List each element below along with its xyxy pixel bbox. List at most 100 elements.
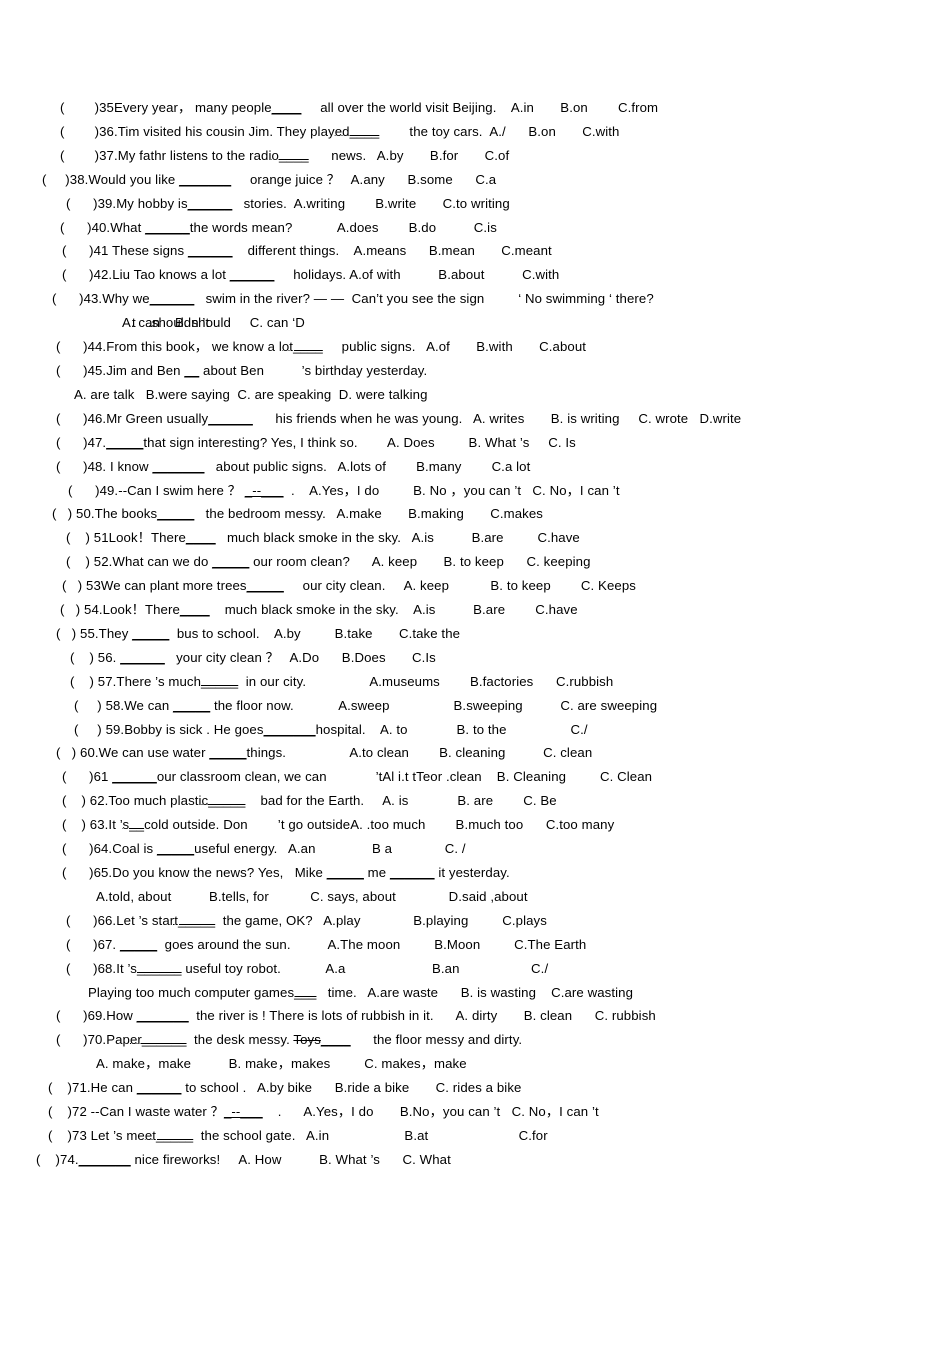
question-line: ( ) 59.Bobby is sick . He goes_______hos…	[0, 718, 950, 742]
question-text: the school gate. A.in B.at C.for	[193, 1127, 548, 1143]
answer-blank[interactable]: _____	[173, 698, 210, 713]
question-text: ( )73 Let ’s me	[48, 1127, 145, 1143]
answer-blank[interactable]: ______	[208, 411, 253, 426]
answer-blank[interactable]: _____	[106, 435, 143, 450]
question-text: bus to school. A.by B.take C.take the	[169, 625, 461, 641]
answer-blank[interactable]: ______	[188, 196, 233, 211]
question-text: about Ben ’s birthday yesterday.	[199, 362, 428, 378]
answer-blank[interactable]: _____	[212, 554, 249, 569]
question-text: ( ) 52.What can we do	[66, 554, 213, 570]
question-text: ( ) 50.The books	[52, 506, 158, 522]
answer-blank[interactable]: _______	[79, 1152, 131, 1167]
question-text: swim in the river? — — Can’t you see the…	[194, 291, 654, 307]
question-line: A. make，make B. make，makes C. makes，make	[0, 1052, 950, 1076]
question-text: in our city. A.museums B.factories C.rub…	[238, 673, 614, 689]
question-line: ( ) 51Look！There____ much black smoke in…	[0, 526, 950, 550]
answer-blank[interactable]: ic_____	[199, 793, 246, 808]
question-text: ( )41 These signs	[62, 243, 188, 259]
question-text: nice fireworks! A. How B. What ’s C. Wha…	[130, 1151, 451, 1167]
answer-blank[interactable]: _____	[157, 841, 194, 856]
question-line: ( )69.How _______ the river is ! There i…	[0, 1004, 950, 1028]
question-text: ( ) 63.It ’	[62, 817, 123, 833]
answer-blank[interactable]: _____	[120, 937, 157, 952]
question-text: ( )67.	[66, 936, 120, 952]
question-line: ( )48. I know _______ about public signs…	[0, 455, 950, 479]
question-text: ( ) 59.Bobby is sick . He goes	[74, 721, 264, 737]
answer-blank[interactable]: er______	[130, 1032, 187, 1047]
answer-blank[interactable]: ____	[186, 530, 216, 545]
answer-blank[interactable]: _____	[247, 578, 284, 593]
answer-blank[interactable]: ____	[321, 1032, 351, 1047]
answer-blank[interactable]: ______	[137, 1080, 182, 1095]
question-text: bad for the Earth. A. is B. are C. Be	[245, 793, 557, 809]
answer-blank[interactable]: _--___	[245, 483, 284, 498]
answer-blank[interactable]: _____	[327, 865, 364, 880]
question-line: ( )49.--Can I swim here ？ _--___ . A.Yes…	[0, 479, 950, 503]
question-text: the game, OK? A.play B.playing C.plays	[215, 912, 547, 928]
question-text: ( )65.Do you know the news? Yes, Mike	[62, 865, 327, 880]
worksheet-page: ( )35Every year， many people____ all ove…	[0, 0, 950, 1345]
overlapping-text-artifact: ’tAl i.t tTeor .clean	[375, 769, 482, 785]
question-text: ( )71.He can	[48, 1080, 137, 1096]
question-text: cold outside. Don ’t go outsideA. .too m…	[144, 817, 615, 833]
question-text: his friends when he was young. A. writes…	[252, 410, 742, 426]
struck-through-word: Toys	[293, 1032, 321, 1048]
answer-blank[interactable]: ______	[112, 769, 157, 784]
question-text: stories. A.writing B.write C.to writing	[232, 195, 510, 211]
question-text: ( )66.Let ’s st	[66, 912, 163, 928]
answer-blank[interactable]: ______	[145, 220, 190, 235]
question-text: ( ) 51Look！There	[66, 530, 186, 546]
overlap-fragment: .shouldn ’t	[148, 315, 210, 331]
answer-blank[interactable]: _______	[152, 459, 204, 474]
question-text: ( )43.Why we	[52, 291, 150, 307]
answer-blank[interactable]: ______	[150, 291, 195, 306]
answer-blank[interactable]: io____	[268, 148, 308, 163]
question-line: ( )73 Let ’s meet_____ the school gate. …	[0, 1124, 950, 1148]
question-text: ( )38.Would you like	[42, 171, 180, 187]
question-text: useful energy. A.an B a C. /	[194, 841, 466, 857]
question-text: ( ) 53We can plant more trees	[62, 578, 247, 594]
answer-blank[interactable]: lot____	[279, 339, 323, 354]
answer-blank[interactable]: s__	[123, 817, 145, 832]
question-text: the toy cars. A./ B.on C.with	[379, 123, 620, 139]
answer-blank[interactable]: ____	[272, 100, 302, 115]
question-text: ( )72 --Can I waste water ？	[48, 1104, 224, 1120]
question-text: the bedroom messy. A.make B.making C.mak…	[194, 506, 543, 522]
question-text: different things. A.means B.mean C.meant	[232, 243, 552, 259]
question-line: ( )35Every year， many people____ all ove…	[0, 96, 950, 120]
answer-blank[interactable]: ______	[120, 650, 165, 665]
overlapping-text-artifact: A. can B. should C. can ‘D t .shouldn ’t	[122, 311, 305, 335]
question-text: goes around the sun. A.The moon B.Moon C…	[157, 936, 587, 952]
question-text: the floor messy and dirty.	[350, 1032, 523, 1048]
answer-blank[interactable]: ed____	[335, 124, 380, 139]
answer-blank[interactable]: ______	[230, 267, 275, 282]
question-text: A. make，make B. make，makes C. makes，make	[96, 1056, 467, 1072]
question-line: ( ) 57.There ’s much_____ in our city. A…	[0, 670, 950, 694]
answer-blank[interactable]: art_____	[162, 913, 215, 928]
answer-blank[interactable]: _--___	[224, 1104, 263, 1119]
question-text: ( )47.	[56, 434, 107, 450]
answer-blank[interactable]: ______	[188, 243, 233, 258]
answer-blank[interactable]: es___	[280, 985, 316, 1000]
question-line: ( )74._______ nice fireworks! A. How B. …	[0, 1148, 950, 1172]
question-text: ( )49.--Can I swim here ？	[68, 482, 245, 498]
answer-blank[interactable]: et_____	[145, 1128, 193, 1143]
question-text: . A.Yes，I do B.No，you can ’t C. No，I can…	[262, 1104, 599, 1120]
question-text: news. A.by B.for C.of	[308, 147, 510, 163]
answer-blank[interactable]: _____	[157, 506, 194, 521]
answer-blank[interactable]: _______	[264, 722, 316, 737]
question-line: ( ) 60.We can use water _____things. A.t…	[0, 741, 950, 765]
answer-blank[interactable]: _____	[132, 626, 169, 641]
question-line: A. can B. should C. can ‘D t .shouldn ’t	[0, 311, 950, 335]
answer-blank[interactable]: _______	[137, 1008, 189, 1023]
question-text: our room clean? A. keep B. to keep C. ke…	[249, 554, 591, 570]
answer-blank[interactable]: h_____	[194, 674, 239, 689]
answer-blank[interactable]: ______	[390, 865, 435, 880]
answer-blank[interactable]: _____	[209, 745, 246, 760]
answer-blank[interactable]: _______	[179, 172, 231, 187]
question-text: ( )36.Tim visited his cousin Jim. They p…	[60, 123, 335, 139]
answer-blank[interactable]: __	[184, 363, 199, 378]
answer-blank[interactable]: s______	[130, 961, 181, 976]
question-line: ( )71.He can ______ to school . A.by bik…	[0, 1076, 950, 1100]
answer-blank[interactable]: ____	[180, 602, 210, 617]
